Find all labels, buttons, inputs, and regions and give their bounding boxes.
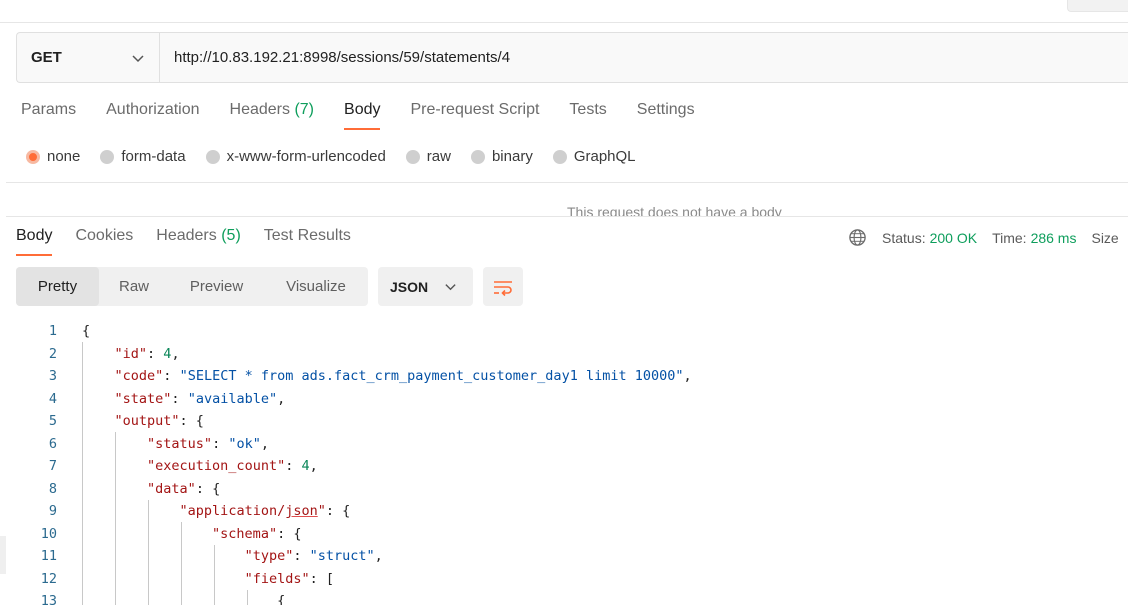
view-pretty[interactable]: Pretty [16,267,99,306]
format-label: JSON [390,278,429,295]
code-line: 1{ [0,320,1128,343]
code-line: 11 "type": "struct", [0,545,1128,568]
radio-dot [552,149,567,164]
request-tabs: Params Authorization Headers (7) Body Pr… [21,101,725,130]
code-line: 10 "schema": { [0,523,1128,546]
tab-headers[interactable]: Headers (7) [230,101,315,125]
no-body-message: This request does not have a body [567,204,782,216]
tab-authorization[interactable]: Authorization [106,101,199,125]
code-text: "state": "available", [114,390,286,407]
line-number: 13 [40,593,57,605]
chevron-down-icon [445,284,456,291]
radio-none[interactable]: none [26,148,80,165]
view-visualize[interactable]: Visualize [264,267,368,306]
code-text: "type": "struct", [244,548,383,564]
line-number: 10 [40,525,57,542]
divider [6,182,1128,183]
response-meta: Status: 200 OK Time: 286 ms Size [848,228,1123,247]
code-text: "data": { [147,480,221,497]
tab-cookies[interactable]: Cookies [75,227,133,245]
radio-dot [405,149,420,164]
wrap-lines-icon [494,280,512,296]
code-line: 8 "data": { [0,478,1128,501]
line-number: 3 [48,368,57,384]
tab-body[interactable]: Body [344,101,381,130]
radio-graphql[interactable]: GraphQL [552,148,636,165]
wrap-lines-button[interactable] [483,267,523,306]
code-text: "output": { [114,413,204,429]
code-text: { [82,593,286,605]
tab-tests[interactable]: Tests [569,101,606,125]
radio-raw[interactable]: raw [405,148,451,165]
code-line: 6 "status": "ok", [0,433,1128,456]
line-number: 1 [48,323,57,339]
status-value[interactable]: 200 OK [930,230,977,246]
tab-response-body[interactable]: Body [16,227,53,256]
line-number: 4 [48,390,57,407]
radio-binary[interactable]: binary [470,148,533,165]
code-line: 4 "state": "available", [0,388,1128,411]
view-mode-toggle: Pretty Raw Preview Visualize [16,267,368,306]
code-line: 2 "id": 4, [0,343,1128,366]
time-label: Time: [992,229,1027,246]
url-bar: GET http://10.83.192.21:8998/sessions/59… [16,32,1128,83]
line-number: 6 [48,435,57,452]
radio-dot-selected [26,149,40,164]
code-text: "execution_count": 4, [147,458,318,474]
code-text: "fields": [ [244,570,334,587]
code-text: "application/json": { [179,503,351,519]
left-edge-panel [0,536,6,574]
code-text: { [82,323,91,339]
code-line: 3 "code": "SELECT * from ads.fact_crm_pa… [0,365,1128,388]
body-type-options: none form-data x-www-form-urlencoded raw… [26,148,656,165]
response-tabs: Body Cookies Headers (5) Test Results [16,227,374,256]
response-body-editor[interactable]: 1{2 "id": 4, 3 "code": "SELECT * from ads… [0,320,1128,605]
headers-count: (7) [294,101,315,118]
line-number: 9 [48,503,57,519]
code-text: "id": 4, [114,345,180,362]
chevron-down-icon [132,54,144,62]
code-line: 5 "output": { [0,410,1128,433]
format-select[interactable]: JSON [378,267,473,306]
line-number: 8 [48,480,57,497]
code-line: 12 "fields": [ [0,568,1128,591]
top-strip [0,0,1128,23]
code-text: "code": "SELECT * from ads.fact_crm_paym… [114,368,692,384]
line-number: 2 [48,345,57,362]
code-line: 13 { [0,590,1128,605]
tab-test-results[interactable]: Test Results [264,227,351,245]
radio-dot [100,149,115,164]
line-number: 5 [48,413,57,429]
line-number: 7 [48,458,57,474]
code-text: "status": "ok", [147,435,269,452]
line-number: 11 [40,548,57,564]
radio-form-data[interactable]: form-data [100,148,186,165]
tab-response-headers[interactable]: Headers (5) [156,227,241,245]
method-select[interactable]: GET [17,33,160,82]
response-headers-count: (5) [221,227,241,244]
line-number: 12 [40,570,57,587]
url-input[interactable]: http://10.83.192.21:8998/sessions/59/sta… [160,49,510,66]
tab-settings[interactable]: Settings [637,101,695,125]
method-label: GET [31,49,62,66]
time-value[interactable]: 286 ms [1031,230,1077,246]
radio-dot [205,149,220,164]
view-raw[interactable]: Raw [99,267,169,306]
code-text: "schema": { [212,525,302,542]
radio-dot [470,149,485,164]
code-line: 9 "application/json": { [0,500,1128,523]
view-preview[interactable]: Preview [169,267,264,306]
pane-resize-handle[interactable] [6,216,1128,217]
code-line: 7 "execution_count": 4, [0,455,1128,478]
tab-params[interactable]: Params [21,101,76,125]
globe-icon[interactable] [848,228,867,247]
top-corner-button[interactable] [1067,0,1128,12]
radio-x-www-form-urlencoded[interactable]: x-www-form-urlencoded [205,148,386,165]
tab-pre-request-script[interactable]: Pre-request Script [410,101,539,125]
size-label: Size [1091,229,1119,246]
status-label: Status: [882,229,926,246]
